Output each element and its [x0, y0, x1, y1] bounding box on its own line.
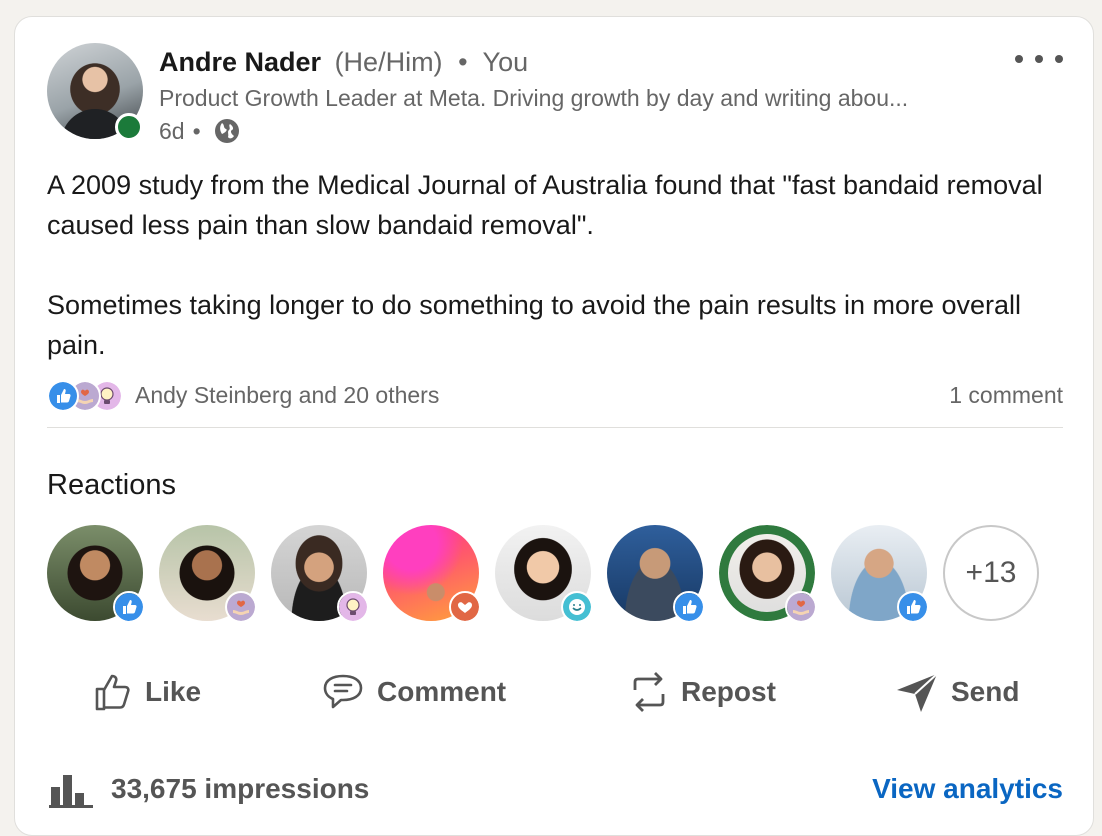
funny-reaction-icon — [561, 591, 593, 623]
comment-icon — [323, 674, 363, 709]
reaction-icons[interactable] — [47, 380, 127, 412]
support-reaction-icon — [785, 591, 817, 623]
more-options-icon[interactable] — [1015, 47, 1063, 71]
repost-label: Repost — [681, 676, 776, 707]
post-body: A 2009 study from the Medical Journal of… — [47, 165, 1057, 365]
repost-icon — [633, 672, 665, 712]
post-paragraph: Sometimes taking longer to do something … — [47, 290, 1022, 360]
divider — [47, 427, 1063, 428]
impressions-row: 33,675 impressions View analytics — [47, 769, 1063, 809]
author-relation: You — [482, 47, 529, 77]
online-status-icon — [115, 113, 143, 141]
support-reaction-icon — [225, 591, 257, 623]
reactor-avatar[interactable] — [719, 525, 817, 623]
author-headline: Product Growth Leader at Meta. Driving g… — [159, 85, 909, 111]
post-paragraph: A 2009 study from the Medical Journal of… — [47, 170, 1043, 240]
love-reaction-icon — [449, 591, 481, 623]
insightful-reaction-icon — [337, 591, 369, 623]
bar-chart-icon — [49, 775, 93, 808]
send-button[interactable]: Send — [895, 667, 1019, 717]
like-reaction-icon — [897, 591, 929, 623]
reactor-avatar[interactable] — [495, 525, 593, 623]
reactor-avatar[interactable] — [831, 525, 929, 623]
send-icon — [897, 673, 938, 712]
comments-count-link[interactable]: 1 comment — [949, 382, 1063, 409]
reactor-avatar[interactable] — [607, 525, 705, 623]
comment-label: Comment — [377, 676, 507, 707]
reactor-avatar[interactable] — [383, 525, 481, 623]
meta-separator: • — [192, 117, 201, 144]
reactor-avatar[interactable] — [47, 525, 145, 623]
post-age: 6d — [159, 117, 185, 144]
impressions-count: 33,675 impressions — [111, 773, 370, 804]
reactors-summary-link[interactable]: Andy Steinberg and 20 others — [135, 382, 439, 409]
separator-dot: • — [458, 47, 468, 77]
like-label: Like — [145, 676, 202, 707]
like-button[interactable]: Like — [93, 667, 201, 717]
reactor-avatar[interactable] — [159, 525, 257, 623]
author-line: Andre Nader (He/Him) • You — [159, 47, 528, 78]
author-name[interactable]: Andre Nader — [159, 47, 321, 77]
repost-button[interactable]: Repost — [629, 667, 776, 717]
social-counts: Andy Steinberg and 20 others 1 comment — [47, 377, 1063, 413]
reactor-avatar[interactable] — [271, 525, 369, 623]
post-card: Andre Nader (He/Him) • You Product Growt… — [14, 16, 1094, 836]
comment-button[interactable]: Comment — [321, 667, 506, 717]
view-analytics-link[interactable]: View analytics — [872, 773, 1063, 805]
globe-icon — [214, 119, 239, 143]
like-reaction-icon — [47, 380, 79, 412]
like-reaction-icon — [113, 591, 145, 623]
like-reaction-icon — [673, 591, 705, 623]
reactions-heading: Reactions — [47, 469, 176, 501]
more-reactors-button[interactable]: +13 — [943, 525, 1039, 621]
send-label: Send — [951, 676, 1020, 707]
thumbs-up-icon — [95, 674, 130, 711]
post-meta: 6d • — [159, 117, 241, 145]
author-pronouns: (He/Him) — [334, 47, 443, 77]
